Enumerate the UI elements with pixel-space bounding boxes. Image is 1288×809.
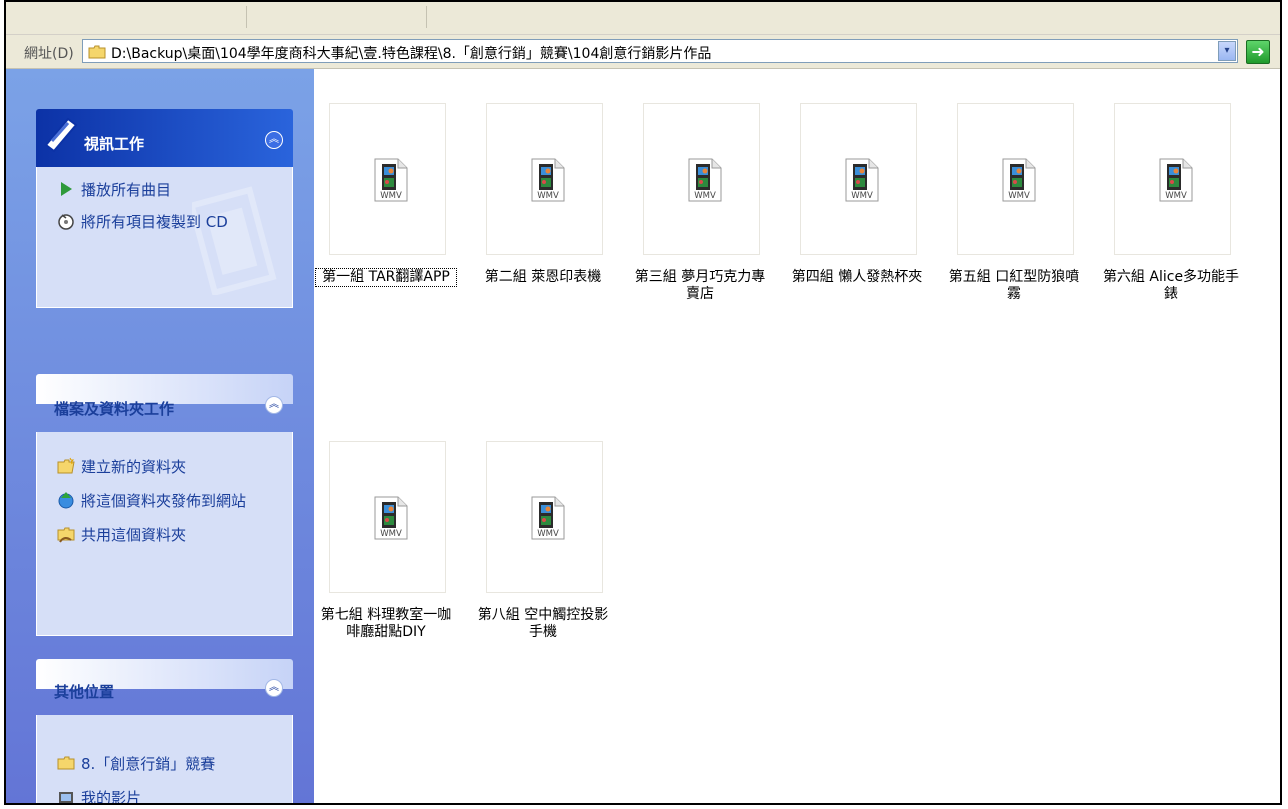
- file-name: 第八組 空中觸控投影 手機: [477, 607, 609, 640]
- publish-folder-label: 將這個資料夾發佈到網站: [81, 492, 247, 510]
- file-thumbnail[interactable]: WMV: [643, 103, 760, 255]
- play-icon: [57, 180, 75, 198]
- wmv-file-icon: WMV: [1159, 158, 1193, 206]
- wmv-file-icon: WMV: [531, 496, 565, 544]
- new-folder-icon: [57, 457, 75, 475]
- file-tasks-header[interactable]: 檔案及資料夾工作 ︽: [36, 374, 293, 418]
- toolbar: [6, 2, 1280, 35]
- wmv-badge: WMV: [1008, 191, 1030, 201]
- new-folder-label: 建立新的資料夾: [81, 458, 187, 476]
- address-label: 網址(D): [24, 46, 74, 62]
- publish-folder-link[interactable]: 將這個資料夾發佈到網站: [57, 490, 246, 511]
- parent-folder-label: 8.「創意行銷」競賽: [81, 755, 216, 773]
- file-tasks-title: 檔案及資料夾工作: [54, 400, 175, 418]
- file-name: 第二組 萊恩印表機: [484, 269, 602, 285]
- shared-folder-icon: [57, 525, 75, 543]
- my-videos-label: 我的影片: [81, 789, 142, 805]
- play-all-label: 播放所有曲目: [81, 181, 172, 199]
- file-name: 第一組 TAR翻譯APP: [315, 268, 457, 287]
- file-thumbnail[interactable]: WMV: [800, 103, 917, 255]
- video-tasks-header[interactable]: 視訊工作 ︽: [36, 109, 293, 167]
- my-videos-link[interactable]: 我的影片: [57, 787, 142, 805]
- file-view: WMV 第一組 TAR翻譯APP WMV 第二組 萊恩印表機 WMV 第三組 夢…: [315, 69, 1280, 803]
- file-thumbnail[interactable]: WMV: [1114, 103, 1231, 255]
- address-path: D:\Backup\桌面\104學年度商科大事紀\壹.特色課程\8.「創意行銷」…: [111, 46, 712, 62]
- file-thumbnail[interactable]: WMV: [486, 441, 603, 593]
- other-places-panel: 其他位置 ︽ 8.「創意行銷」競賽 我的影片: [36, 659, 293, 805]
- other-places-title: 其他位置: [54, 683, 115, 701]
- folder-icon: [57, 754, 75, 772]
- collapse-other-places-button[interactable]: ︽: [265, 679, 283, 697]
- wmv-badge: WMV: [537, 191, 559, 201]
- wmv-file-icon: WMV: [374, 158, 408, 206]
- other-places-header[interactable]: 其他位置 ︽: [36, 659, 293, 701]
- file-thumbnail[interactable]: WMV: [329, 441, 446, 593]
- cd-copy-icon: [57, 212, 75, 230]
- globe-publish-icon: [57, 491, 75, 509]
- explorer-window: 網址(D) D:\Backup\桌面\104學年度商科大事紀\壹.特色課程\8.…: [4, 0, 1282, 805]
- video-tasks-panel: 視訊工作 ︽ 播放所有曲目 將所有項目複製到 CD: [36, 109, 293, 308]
- share-folder-label: 共用這個資料夾: [81, 526, 187, 544]
- file-name: 第五組 口紅型防狼噴霧: [948, 269, 1080, 302]
- film-folder-icon: [57, 788, 75, 803]
- wmv-badge: WMV: [851, 191, 873, 201]
- copy-to-cd-label: 將所有項目複製到 CD: [81, 213, 228, 231]
- wmv-badge: WMV: [380, 191, 402, 201]
- file-tasks-body: 建立新的資料夾 將這個資料夾發佈到網站 共用這個資料夾: [36, 432, 293, 636]
- go-button[interactable]: ➜: [1246, 40, 1270, 64]
- new-folder-link[interactable]: 建立新的資料夾: [57, 456, 186, 477]
- file-name: 第七組 料理教室一咖 啡廳甜點DIY: [320, 607, 452, 640]
- wmv-badge: WMV: [694, 191, 716, 201]
- play-all-link[interactable]: 播放所有曲目: [57, 179, 171, 200]
- wmv-badge: WMV: [1165, 191, 1187, 201]
- file-tasks-panel: 檔案及資料夾工作 ︽ 建立新的資料夾 將這個資料夾發佈到網站 共用這個資料夾: [36, 374, 293, 636]
- wmv-file-icon: WMV: [374, 496, 408, 544]
- file-thumbnail[interactable]: WMV: [957, 103, 1074, 255]
- folder-icon: [88, 44, 106, 63]
- wmv-file-icon: WMV: [845, 158, 879, 206]
- address-dropdown-button[interactable]: ▾: [1218, 41, 1236, 61]
- wmv-file-icon: WMV: [688, 158, 722, 206]
- video-tasks-title: 視訊工作: [84, 135, 145, 153]
- file-name: 第六組 Alice多功能手錶: [1102, 269, 1240, 302]
- film-strip-decoration-icon: [192, 186, 277, 295]
- toolbar-separator: [426, 6, 427, 28]
- file-name: 第三組 夢月巧克力專 賣店: [634, 269, 766, 302]
- copy-to-cd-link[interactable]: 將所有項目複製到 CD: [57, 211, 228, 232]
- file-thumbnail[interactable]: WMV: [486, 103, 603, 255]
- collapse-video-tasks-button[interactable]: ︽: [265, 131, 283, 149]
- wmv-file-icon: WMV: [531, 158, 565, 206]
- wmv-badge: WMV: [537, 529, 559, 539]
- go-arrow-icon: ➜: [1251, 42, 1265, 61]
- file-name: 第四組 懶人發熱杯夾: [791, 269, 923, 285]
- share-folder-link[interactable]: 共用這個資料夾: [57, 524, 186, 545]
- file-thumbnail[interactable]: WMV: [329, 103, 446, 255]
- task-pane: 視訊工作 ︽ 播放所有曲目 將所有項目複製到 CD 檔案及資料夾工作 ︽ 建立新…: [6, 69, 314, 803]
- address-bar: 網址(D) D:\Backup\桌面\104學年度商科大事紀\壹.特色課程\8.…: [6, 35, 1280, 69]
- other-places-body: 8.「創意行銷」競賽 我的影片: [36, 715, 293, 805]
- parent-folder-link[interactable]: 8.「創意行銷」競賽: [57, 753, 215, 774]
- film-reel-icon: [42, 115, 80, 157]
- wmv-badge: WMV: [380, 529, 402, 539]
- wmv-file-icon: WMV: [1002, 158, 1036, 206]
- collapse-file-tasks-button[interactable]: ︽: [265, 396, 283, 414]
- video-tasks-body: 播放所有曲目 將所有項目複製到 CD: [36, 167, 293, 308]
- toolbar-separator: [246, 6, 247, 28]
- address-input[interactable]: D:\Backup\桌面\104學年度商科大事紀\壹.特色課程\8.「創意行銷」…: [82, 39, 1238, 63]
